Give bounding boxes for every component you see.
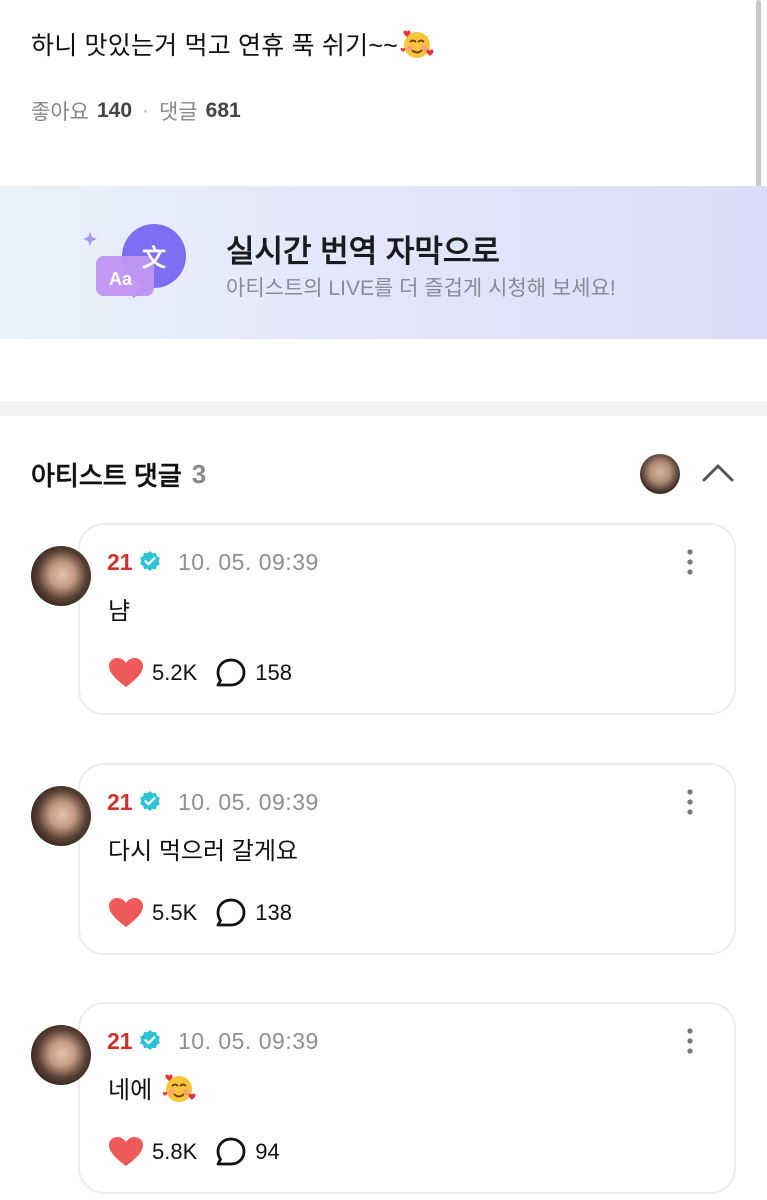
post-stats: 좋아요 140 · 댓글 681 <box>31 96 241 126</box>
artist-comments-header: 아티스트 댓글 3 <box>31 456 206 493</box>
comment-text: 네에 <box>108 1077 153 1104</box>
comment-body: 냠 <box>108 591 130 626</box>
comment-actions: 5.2K 158 <box>108 657 292 689</box>
like-count: 5.5K <box>152 900 198 925</box>
comment-item: 21 10. 05. 09:39 냠 5.2K 158 <box>0 523 767 718</box>
comment-author[interactable]: 21 <box>107 1028 133 1055</box>
heart-icon[interactable] <box>108 1136 144 1168</box>
reply-bubble-icon[interactable] <box>215 1136 247 1168</box>
banner-title: 실시간 번역 자막으로 <box>226 234 500 269</box>
comment-timestamp: 10. 05. 09:39 <box>178 789 319 815</box>
comment-actions: 5.5K 138 <box>108 897 292 929</box>
comment-body: 네에 <box>108 1070 196 1105</box>
comments-label[interactable]: 댓글 <box>159 96 198 126</box>
heart-icon[interactable] <box>108 657 144 689</box>
reply-count: 138 <box>255 900 292 925</box>
heart-icon[interactable] <box>108 897 144 929</box>
avatar[interactable] <box>31 786 91 846</box>
post-text: 하니 맛있는거 먹고 연휴 푹 쉬기~~ <box>31 26 434 62</box>
chevron-up-icon[interactable] <box>700 456 736 488</box>
svg-text:Aa: Aa <box>109 269 133 289</box>
more-options-icon[interactable] <box>680 547 700 577</box>
reply-count: 94 <box>255 1139 280 1164</box>
comment-actions: 5.8K 94 <box>108 1136 280 1168</box>
comment-body: 다시 먹으러 갈게요 <box>108 831 298 866</box>
comment-author[interactable]: 21 <box>107 549 133 576</box>
artist-comments-title: 아티스트 댓글 <box>31 461 182 491</box>
reply-count: 158 <box>255 660 292 685</box>
verified-badge-icon <box>140 1030 160 1050</box>
reply-bubble-icon[interactable] <box>215 657 247 689</box>
banner-subtitle: 아티스트의 LIVE를 더 즐겁게 시청해 보세요! <box>226 277 616 300</box>
reply-bubble-icon[interactable] <box>215 897 247 929</box>
verified-badge-icon <box>140 551 160 571</box>
comments-count[interactable]: 681 <box>206 99 241 123</box>
more-options-icon[interactable] <box>680 1026 700 1056</box>
avatar[interactable] <box>31 1025 91 1085</box>
comment-text: 냠 <box>108 598 131 625</box>
artist-comments-count: 3 <box>191 459 207 489</box>
avatar[interactable] <box>31 546 91 606</box>
live-translation-banner[interactable]: Aa 文 실시간 번역 자막으로 아티스트의 LIVE를 더 즐겁게 시청해 보… <box>0 186 767 339</box>
comment-author[interactable]: 21 <box>107 789 133 816</box>
artist-avatar[interactable] <box>640 454 680 494</box>
comment-item: 21 10. 05. 09:39 네에 5.8K 94 <box>0 1002 767 1197</box>
likes-label: 좋아요 <box>31 101 89 124</box>
comment-timestamp: 10. 05. 09:39 <box>178 549 319 575</box>
likes-count: 140 <box>96 99 133 122</box>
post-body: 하니 맛있는거 먹고 연휴 푹 쉬기~~ <box>31 32 398 60</box>
like-count: 5.2K <box>152 660 198 685</box>
more-options-icon[interactable] <box>680 787 700 817</box>
comment-text: 다시 먹으러 갈게요 <box>108 838 298 865</box>
smiling-face-with-hearts-icon <box>162 1074 196 1102</box>
comment-timestamp: 10. 05. 09:39 <box>178 1028 319 1054</box>
smiling-face-with-hearts-icon <box>400 30 434 58</box>
svg-text:文: 文 <box>142 244 167 272</box>
section-divider <box>0 401 767 416</box>
comment-item: 21 10. 05. 09:39 다시 먹으러 갈게요 5.5K 138 <box>0 763 767 958</box>
stats-separator: · <box>142 99 150 122</box>
translate-icon: Aa 文 <box>83 224 186 298</box>
like-count: 5.8K <box>152 1139 198 1164</box>
verified-badge-icon <box>140 791 160 811</box>
